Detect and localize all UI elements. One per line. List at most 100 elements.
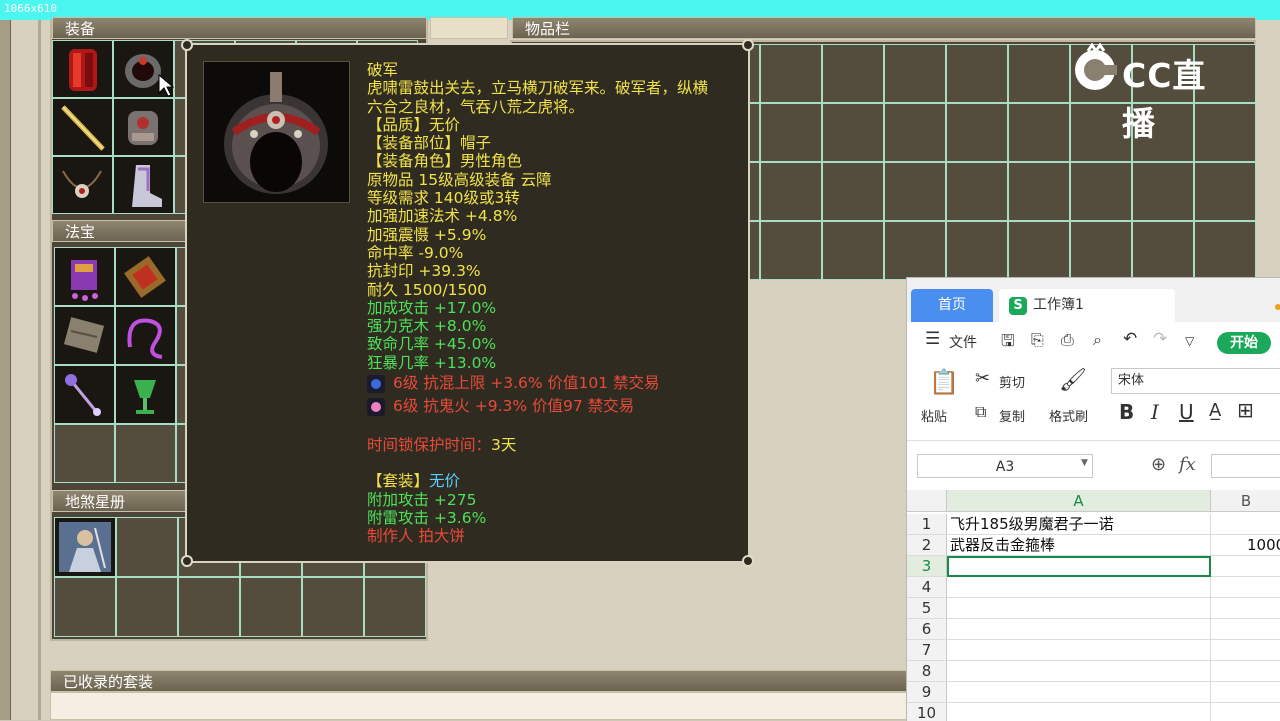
- equipment-slot-weapon[interactable]: [52, 98, 113, 156]
- inventory-slot[interactable]: [946, 221, 1008, 280]
- formula-input[interactable]: [1211, 454, 1280, 478]
- inventory-slot[interactable]: [946, 103, 1008, 162]
- inventory-slot[interactable]: [1008, 221, 1070, 280]
- inventory-slot[interactable]: [1008, 103, 1070, 162]
- chevron-down-icon[interactable]: ▽: [1185, 334, 1194, 348]
- treasure-slot[interactable]: [115, 306, 176, 365]
- cell-b10[interactable]: [1211, 703, 1280, 721]
- equipment-slot-chest[interactable]: [113, 98, 174, 156]
- treasure-slot-empty[interactable]: [115, 424, 176, 483]
- export-icon[interactable]: ⎘: [1031, 330, 1044, 350]
- bold-button[interactable]: B: [1119, 400, 1134, 424]
- tab-workbook[interactable]: S 工作簿1: [999, 289, 1175, 322]
- row-header[interactable]: 5: [907, 598, 947, 619]
- tab-home[interactable]: 首页: [911, 289, 993, 322]
- paste-button[interactable]: 粘贴: [921, 406, 947, 425]
- copy-button[interactable]: 复制: [999, 406, 1025, 425]
- star-book-slot[interactable]: [54, 517, 116, 577]
- cell-a9[interactable]: [947, 682, 1211, 703]
- menu-icon[interactable]: ☰: [925, 329, 940, 349]
- treasure-slot[interactable]: [54, 365, 115, 424]
- star-book-slot-empty[interactable]: [116, 517, 178, 577]
- cell-b6[interactable]: [1211, 619, 1280, 640]
- inventory-slot[interactable]: [1008, 162, 1070, 221]
- row-header[interactable]: 10: [907, 703, 947, 721]
- equipment-slot-armor[interactable]: [52, 40, 113, 98]
- cell-b5[interactable]: [1211, 598, 1280, 619]
- row-header[interactable]: 3: [907, 556, 947, 577]
- copy-icon[interactable]: ⧉: [975, 402, 986, 422]
- inventory-slot[interactable]: [1008, 44, 1070, 103]
- inventory-slot[interactable]: [1194, 221, 1256, 280]
- start-button[interactable]: 开始: [1217, 332, 1271, 354]
- treasure-slot-empty[interactable]: [54, 424, 115, 483]
- cut-icon[interactable]: ✂: [975, 368, 990, 389]
- row-header[interactable]: 6: [907, 619, 947, 640]
- cell-b9[interactable]: [1211, 682, 1280, 703]
- fx-button[interactable]: fx: [1179, 454, 1196, 475]
- cell-a7[interactable]: [947, 640, 1211, 661]
- treasure-slot[interactable]: [115, 365, 176, 424]
- paste-icon[interactable]: 📋: [929, 368, 959, 396]
- inventory-slot[interactable]: [1132, 221, 1194, 280]
- inventory-slot[interactable]: [946, 162, 1008, 221]
- border-icon[interactable]: ⊞: [1237, 398, 1254, 422]
- column-header-a[interactable]: A: [947, 490, 1211, 512]
- cell-a1[interactable]: 飞升185级男魔君子一诺: [947, 514, 1211, 535]
- treasure-slot[interactable]: [115, 247, 176, 306]
- zoom-icon[interactable]: ⊕: [1151, 454, 1166, 475]
- cell-a10[interactable]: [947, 703, 1211, 721]
- font-color-icon[interactable]: A̲: [1209, 400, 1221, 421]
- star-book-slot-empty[interactable]: [240, 577, 302, 637]
- star-book-slot-empty[interactable]: [178, 577, 240, 637]
- cell-a3-selected[interactable]: [947, 556, 1211, 577]
- italic-button[interactable]: I: [1151, 400, 1159, 424]
- format-painter-icon[interactable]: 🖌: [1059, 368, 1087, 393]
- redo-icon[interactable]: ↷: [1153, 329, 1167, 349]
- inventory-slot[interactable]: [760, 103, 822, 162]
- equipment-slot-boots[interactable]: [113, 156, 174, 214]
- name-box[interactable]: A3: [917, 454, 1093, 478]
- row-header[interactable]: 8: [907, 661, 947, 682]
- inventory-slot[interactable]: [884, 103, 946, 162]
- inventory-slot[interactable]: [884, 221, 946, 280]
- font-select[interactable]: 宋体: [1111, 368, 1280, 394]
- cell-a2[interactable]: 武器反击金箍棒: [947, 535, 1211, 556]
- inventory-slot[interactable]: [1070, 162, 1132, 221]
- row-header[interactable]: 9: [907, 682, 947, 703]
- cell-b7[interactable]: [1211, 640, 1280, 661]
- inventory-slot[interactable]: [1070, 221, 1132, 280]
- inventory-slot[interactable]: [1132, 162, 1194, 221]
- menu-file[interactable]: 文件: [949, 332, 977, 352]
- cell-b1[interactable]: [1211, 514, 1280, 535]
- cell-a5[interactable]: [947, 598, 1211, 619]
- cell-b3[interactable]: [1211, 556, 1280, 577]
- inventory-slot[interactable]: [822, 103, 884, 162]
- star-book-slot-empty[interactable]: [302, 577, 364, 637]
- print-icon[interactable]: ⎙: [1061, 330, 1074, 350]
- underline-button[interactable]: U: [1179, 400, 1194, 424]
- cell-b4[interactable]: [1211, 577, 1280, 598]
- inventory-slot[interactable]: [822, 44, 884, 103]
- undo-icon[interactable]: ↶: [1123, 329, 1137, 349]
- equipment-slot-necklace[interactable]: [52, 156, 113, 214]
- cell-b8[interactable]: [1211, 661, 1280, 682]
- inventory-slot[interactable]: [822, 221, 884, 280]
- cell-a4[interactable]: [947, 577, 1211, 598]
- inventory-slot[interactable]: [946, 44, 1008, 103]
- star-book-slot-empty[interactable]: [116, 577, 178, 637]
- star-book-slot-empty[interactable]: [364, 577, 426, 637]
- row-header[interactable]: 2: [907, 535, 947, 556]
- star-book-slot-empty[interactable]: [54, 577, 116, 637]
- treasure-slot[interactable]: [54, 306, 115, 365]
- inventory-slot[interactable]: [822, 162, 884, 221]
- treasure-slot[interactable]: [54, 247, 115, 306]
- inventory-slot[interactable]: [1194, 162, 1256, 221]
- inventory-slot[interactable]: [884, 44, 946, 103]
- inventory-slot[interactable]: [760, 44, 822, 103]
- select-all-corner[interactable]: [907, 490, 947, 512]
- cut-button[interactable]: 剪切: [999, 372, 1025, 391]
- row-header[interactable]: 1: [907, 514, 947, 535]
- inventory-slot[interactable]: [760, 221, 822, 280]
- row-header[interactable]: 7: [907, 640, 947, 661]
